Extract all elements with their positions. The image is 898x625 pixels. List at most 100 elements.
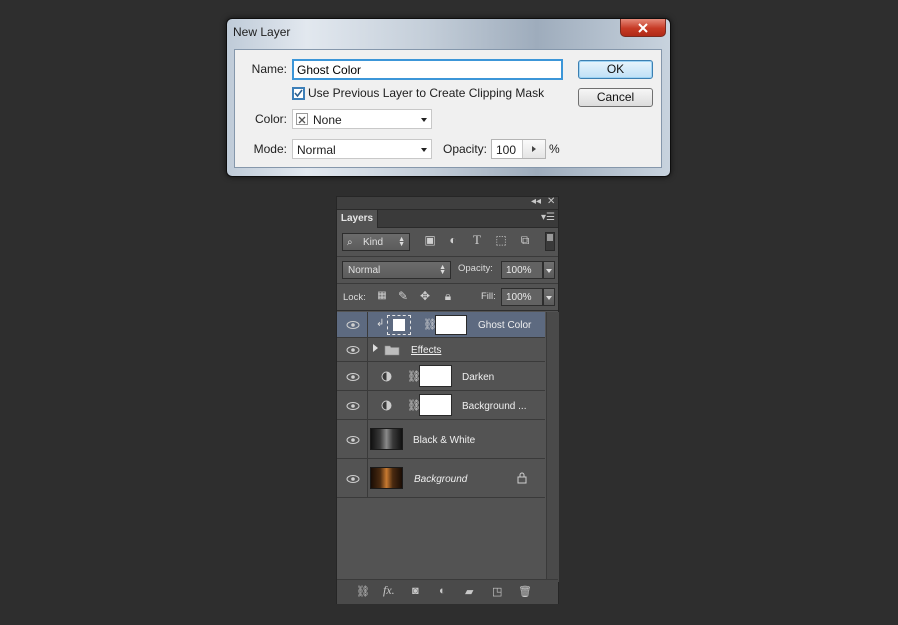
clipping-mask-label: Use Previous Layer to Create Clipping Ma… — [308, 86, 545, 100]
collapse-icon[interactable]: ◂◂ — [531, 196, 541, 207]
layer-name: Effects — [411, 345, 442, 356]
lock-transparency-icon[interactable]: ▦ — [375, 289, 389, 303]
visibility-eye-icon[interactable] — [345, 372, 361, 382]
filter-toggle-switch[interactable] — [545, 232, 555, 251]
visibility-eye-icon[interactable] — [345, 320, 361, 330]
layer-row-background-adjustment[interactable]: ⛓︎ Background ... — [337, 391, 545, 420]
add-mask-icon[interactable]: ◙ — [412, 585, 419, 597]
visibility-eye-icon[interactable] — [345, 345, 361, 355]
layers-scrollbar[interactable] — [546, 312, 559, 582]
ok-button[interactable]: OK — [578, 60, 653, 79]
adjustment-layer-icon — [381, 371, 392, 382]
chevron-down-icon — [546, 296, 552, 300]
lock-brush-icon[interactable]: ✎ — [396, 289, 410, 303]
trash-icon[interactable]: 🗑︎ — [518, 585, 532, 598]
adjustment-layer-icon[interactable]: ◐ — [439, 585, 446, 597]
pixel-filter-icon[interactable]: ▣ — [423, 233, 437, 247]
lock-label: Lock: — [343, 292, 366, 303]
adjustment-filter-icon[interactable]: ◐ — [446, 233, 460, 247]
mode-label: Mode: — [253, 142, 287, 156]
link-layers-icon[interactable]: ⛓︎ — [356, 585, 370, 598]
opacity-label: Opacity: — [442, 142, 487, 156]
visibility-eye-icon[interactable] — [345, 401, 361, 411]
close-icon[interactable]: ✕ — [547, 196, 555, 207]
blend-row: Normal ▲ ▼ Opacity: 100% — [337, 257, 558, 284]
opacity-value: 100 — [496, 143, 517, 157]
color-value: None — [313, 113, 342, 127]
layer-opacity-label: Opacity: — [458, 263, 493, 274]
layer-thumbnail — [387, 315, 411, 335]
layer-row-effects[interactable]: Effects — [337, 338, 545, 362]
chevron-down-icon — [421, 148, 427, 152]
layer-name: Background — [414, 474, 468, 485]
panel-tab-bar: Layers ▾☰ — [337, 210, 558, 228]
type-filter-icon[interactable]: T — [470, 233, 484, 247]
opacity-dropdown-button[interactable] — [543, 261, 555, 279]
panel-bottom-toolbar: ⛓︎ fx. ◙ ◐ ▰ ◳ 🗑︎ — [337, 579, 558, 604]
fill-value: 100% — [506, 292, 532, 303]
color-select[interactable]: None — [292, 109, 432, 129]
tab-layers[interactable]: Layers — [337, 210, 378, 228]
new-layer-icon[interactable]: ◳ — [492, 585, 502, 598]
clipping-arrow-icon: ↲ — [376, 318, 385, 329]
layer-name: Ghost Color — [478, 320, 532, 331]
layers-panel: ◂◂ ✕ Layers ▾☰ ⌕ Kind ▲ ▼ ▣ ◐ T ⬚ ⧉ Norma… — [336, 196, 559, 604]
opacity-input[interactable]: 100 — [491, 139, 546, 159]
mode-select[interactable]: Normal — [292, 139, 432, 159]
layer-opacity-value: 100% — [506, 265, 532, 276]
updown-arrows-icon: ▲ ▼ — [398, 236, 405, 248]
updown-arrows-icon: ▲ ▼ — [439, 264, 446, 276]
mode-value: Normal — [297, 143, 336, 157]
cancel-button[interactable]: Cancel — [578, 88, 653, 107]
visibility-eye-icon[interactable] — [345, 474, 361, 484]
fx-icon[interactable]: fx. — [383, 583, 395, 598]
lock-all-icon[interactable]: 🔒︎ — [441, 289, 455, 303]
filter-kind-select[interactable]: ⌕ Kind ▲ ▼ — [342, 233, 410, 251]
fill-input[interactable]: 100% — [501, 288, 555, 306]
layer-row-background[interactable]: Background — [337, 459, 545, 498]
expand-arrow-icon[interactable] — [373, 344, 378, 352]
lock-icon — [517, 472, 527, 484]
panel-menu-icon[interactable]: ▾☰ — [541, 212, 555, 223]
layer-opacity-input[interactable]: 100% — [501, 261, 555, 279]
color-label: Color: — [254, 112, 287, 126]
new-layer-dialog: New Layer Name: Use Previous Layer to Cr… — [226, 18, 671, 177]
layer-row-darken[interactable]: ⛓︎ Darken — [337, 362, 545, 391]
panel-header-bar: ◂◂ ✕ — [337, 196, 558, 210]
opacity-slider-button[interactable] — [522, 140, 545, 158]
layer-mask-thumbnail — [419, 365, 452, 387]
new-group-icon[interactable]: ▰ — [465, 585, 473, 598]
chevron-down-icon — [546, 269, 552, 273]
fill-dropdown-button[interactable] — [543, 288, 555, 306]
layer-row-ghost-color[interactable]: ↲ ⛓︎ Ghost Color — [337, 312, 545, 338]
dialog-body: Name: Use Previous Layer to Create Clipp… — [234, 49, 662, 168]
no-color-icon — [296, 113, 308, 125]
lock-row: Lock: ▦ ✎ ✥ 🔒︎ Fill: 100% — [337, 284, 558, 311]
layer-name: Black & White — [413, 435, 476, 446]
layer-mask-thumbnail — [435, 315, 467, 335]
blend-mode-select[interactable]: Normal ▲ ▼ — [342, 261, 451, 279]
layer-thumbnail-color — [370, 467, 403, 489]
layers-list: ↲ ⛓︎ Ghost Color Effects ⛓︎ Darken ⛓︎ Ba… — [337, 312, 545, 582]
filter-row: ⌕ Kind ▲ ▼ ▣ ◐ T ⬚ ⧉ — [337, 228, 558, 257]
adjustment-layer-icon — [381, 400, 392, 411]
fill-label: Fill: — [481, 291, 496, 302]
folder-icon — [384, 345, 400, 356]
layer-mask-thumbnail — [419, 394, 452, 416]
clipping-mask-checkbox[interactable] — [292, 87, 305, 100]
layer-name-input[interactable] — [292, 59, 563, 80]
arrow-right-icon — [532, 146, 536, 152]
search-icon: ⌕ — [347, 237, 353, 248]
shape-filter-icon[interactable]: ⬚ — [494, 233, 508, 247]
layer-thumbnail-bw — [370, 428, 403, 450]
layer-name: Darken — [462, 372, 495, 383]
chevron-down-icon — [421, 118, 427, 122]
close-icon — [638, 23, 648, 33]
lock-position-icon[interactable]: ✥ — [418, 289, 432, 303]
close-button[interactable] — [620, 19, 666, 37]
checkmark-icon — [294, 89, 303, 98]
name-label: Name: — [251, 62, 287, 76]
smart-object-filter-icon[interactable]: ⧉ — [518, 233, 532, 247]
visibility-eye-icon[interactable] — [345, 435, 361, 445]
layer-row-black-white[interactable]: Black & White — [337, 420, 545, 459]
